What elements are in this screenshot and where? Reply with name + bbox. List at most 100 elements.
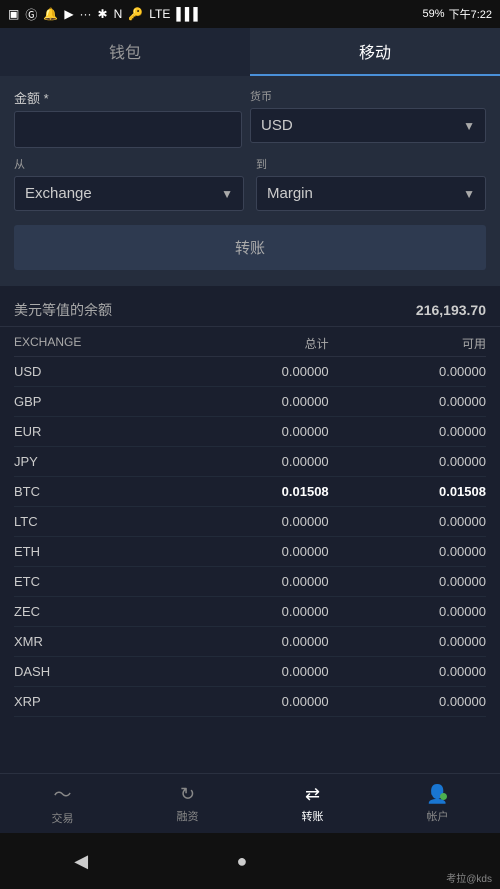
table-row: USD 0.00000 0.00000 (14, 357, 486, 387)
amount-field-wrap: 金额 * (14, 88, 250, 148)
tab-move-label: 移动 (359, 39, 391, 63)
amount-label: 金额 * (14, 88, 242, 107)
status-battery: 59% (423, 8, 445, 20)
nav-funding-label: 融资 (177, 808, 199, 824)
td-total-5: 0.00000 (171, 514, 328, 529)
status-icon-menu: ▣ (8, 7, 19, 21)
amount-input[interactable] (14, 111, 242, 148)
from-label: 从 (14, 156, 244, 172)
from-value: Exchange (25, 185, 92, 202)
transfer-icon: ⇄ (305, 784, 320, 805)
nav-funding[interactable]: ↻ 融资 (125, 774, 250, 833)
transfer-btn-wrap: 转账 (14, 225, 486, 270)
th-total: 总计 (171, 335, 328, 352)
nav-account[interactable]: 👤 帐户 (375, 774, 500, 833)
table-row: GBP 0.00000 0.00000 (14, 387, 486, 417)
table-row: LTC 0.00000 0.00000 (14, 507, 486, 537)
table-row: JPY 0.00000 0.00000 (14, 447, 486, 477)
nav-trade-label: 交易 (52, 810, 74, 826)
to-select[interactable]: Margin ▼ (256, 176, 486, 211)
table-row: DASH 0.00000 0.00000 (14, 657, 486, 687)
status-icon-bell: 🔔 (43, 7, 58, 21)
td-currency-7: ETC (14, 574, 171, 589)
td-available-1: 0.00000 (329, 394, 486, 409)
td-currency-5: LTC (14, 514, 171, 529)
status-icon-key: 🔑 (128, 7, 143, 21)
currency-field-label: 货币 (250, 88, 486, 104)
status-icon-play: ▶ (64, 7, 73, 21)
balance-label: 美元等值的余额 (14, 300, 112, 320)
bottom-nav: 〜 交易 ↻ 融资 ⇄ 转账 👤 帐户 (0, 773, 500, 833)
android-home-button[interactable]: ● (236, 851, 247, 872)
td-total-3: 0.00000 (171, 454, 328, 469)
td-total-4: 0.01508 (171, 484, 328, 499)
status-icon-nfc: N (114, 7, 123, 21)
td-currency-2: EUR (14, 424, 171, 439)
nav-transfer[interactable]: ⇄ 转账 (250, 774, 375, 833)
to-wrap: 到 Margin ▼ (256, 156, 486, 211)
td-available-5: 0.00000 (329, 514, 486, 529)
trade-icon: 〜 (54, 781, 72, 807)
td-available-6: 0.00000 (329, 544, 486, 559)
td-currency-1: GBP (14, 394, 171, 409)
td-total-7: 0.00000 (171, 574, 328, 589)
td-total-8: 0.00000 (171, 604, 328, 619)
table-row: EUR 0.00000 0.00000 (14, 417, 486, 447)
from-select[interactable]: Exchange ▼ (14, 176, 244, 211)
tab-move[interactable]: 移动 (250, 28, 500, 76)
td-currency-0: USD (14, 364, 171, 379)
android-back-button[interactable]: ◀ (74, 851, 88, 872)
status-dots: ··· (80, 7, 92, 21)
td-available-9: 0.00000 (329, 634, 486, 649)
balance-value: 216,193.70 (416, 302, 486, 318)
td-currency-6: ETH (14, 544, 171, 559)
table-row: ETH 0.00000 0.00000 (14, 537, 486, 567)
currency-value: USD (261, 117, 293, 134)
currency-select-wrap: 货币 USD ▼ (250, 88, 486, 148)
account-online-dot (440, 793, 447, 800)
td-currency-8: ZEC (14, 604, 171, 619)
td-currency-10: DASH (14, 664, 171, 679)
from-wrap: 从 Exchange ▼ (14, 156, 244, 211)
currency-arrow-icon: ▼ (463, 119, 475, 133)
table-row: XRP 0.00000 0.00000 (14, 687, 486, 717)
currency-row: 金额 * 货币 USD ▼ (14, 88, 486, 148)
td-total-9: 0.00000 (171, 634, 328, 649)
table-body: USD 0.00000 0.00000 GBP 0.00000 0.00000 … (14, 357, 486, 717)
nav-transfer-label: 转账 (302, 808, 324, 824)
td-total-1: 0.00000 (171, 394, 328, 409)
balance-section: 美元等值的余额 216,193.70 (0, 286, 500, 327)
td-currency-4: BTC (14, 484, 171, 499)
th-exchange: EXCHANGE (14, 335, 171, 352)
nav-account-label: 帐户 (427, 808, 449, 824)
td-available-3: 0.00000 (329, 454, 486, 469)
main-tab-bar: 钱包 移动 (0, 28, 500, 76)
to-arrow-icon: ▼ (463, 187, 475, 201)
td-available-2: 0.00000 (329, 424, 486, 439)
td-currency-11: XRP (14, 694, 171, 709)
from-to-row: 从 Exchange ▼ 到 Margin ▼ (14, 156, 486, 211)
transfer-button[interactable]: 转账 (14, 225, 486, 270)
status-bar: ▣ Ⓖ 🔔 ▶ ··· ✱ N 🔑 LTE ▌▌▌ 59% 下午7:22 (0, 0, 500, 28)
td-available-4: 0.01508 (329, 484, 486, 499)
table-header: EXCHANGE 总计 可用 (14, 327, 486, 357)
td-total-10: 0.00000 (171, 664, 328, 679)
td-total-6: 0.00000 (171, 544, 328, 559)
table-row: ZEC 0.00000 0.00000 (14, 597, 486, 627)
table-row: BTC 0.01508 0.01508 (14, 477, 486, 507)
to-value: Margin (267, 185, 313, 202)
nav-trade[interactable]: 〜 交易 (0, 774, 125, 833)
exchange-table: EXCHANGE 总计 可用 USD 0.00000 0.00000 GBP 0… (0, 327, 500, 750)
currency-select[interactable]: USD ▼ (250, 108, 486, 143)
tab-wallet-label: 钱包 (109, 39, 141, 63)
tab-wallet[interactable]: 钱包 (0, 28, 250, 76)
status-lte: LTE (149, 7, 170, 21)
status-time: 下午7:22 (449, 6, 492, 22)
android-nav-bar: ◀ ● 考拉@kds (0, 833, 500, 889)
table-row: ETC 0.00000 0.00000 (14, 567, 486, 597)
status-icon-g: Ⓖ (25, 6, 37, 23)
branding-text: 考拉@kds (446, 870, 492, 885)
from-arrow-icon: ▼ (221, 187, 233, 201)
status-icon-bt: ✱ (98, 7, 108, 21)
td-available-10: 0.00000 (329, 664, 486, 679)
